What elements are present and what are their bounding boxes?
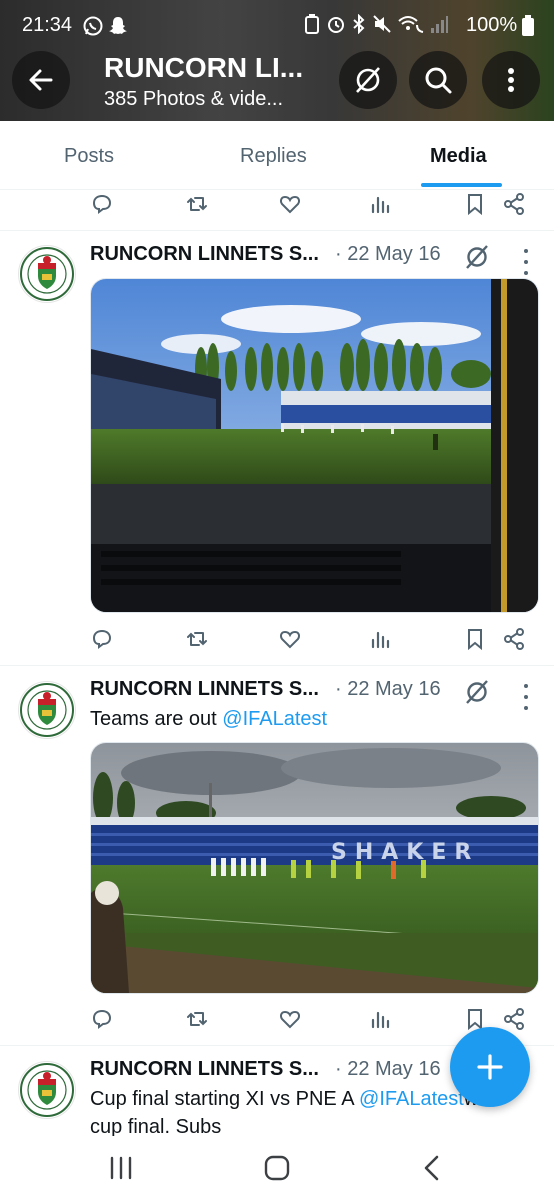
status-time: 21:34	[22, 14, 73, 36]
post-author[interactable]: RUNCORN LINNETS S...	[90, 243, 319, 266]
compose-post-button[interactable]	[450, 1027, 530, 1107]
avatar[interactable]	[18, 1061, 76, 1119]
post-actions	[0, 186, 554, 222]
post-image-teams[interactable]: SHAKER	[90, 742, 539, 994]
home-icon	[264, 1155, 290, 1181]
post-more-button[interactable]	[517, 249, 535, 275]
like-icon	[280, 1010, 300, 1029]
recent-apps-icon	[110, 1156, 132, 1180]
post-text: Teams are out @IFALatest	[90, 708, 328, 730]
profile-post-count: 385 Photos & vide...	[104, 88, 284, 110]
like-icon	[280, 630, 300, 649]
post-actions	[0, 621, 554, 657]
profile-title: RUNCORN LI...	[104, 52, 304, 83]
reply-icon	[92, 629, 112, 649]
reply-icon	[92, 1009, 112, 1029]
club-crest-icon	[20, 683, 74, 737]
post-date[interactable]: · 22 May 16	[335, 678, 441, 701]
post-divider	[0, 665, 554, 666]
bookmark-button[interactable]	[461, 190, 489, 218]
status-icons	[304, 14, 448, 34]
plus-icon	[477, 1054, 503, 1080]
club-crest-icon	[20, 247, 74, 301]
repost-icon	[187, 197, 207, 211]
like-button[interactable]	[276, 625, 304, 653]
repost-icon	[187, 632, 207, 646]
like-icon	[280, 195, 300, 214]
home-button[interactable]	[264, 1155, 290, 1186]
back-button[interactable]	[12, 51, 70, 109]
views-button[interactable]	[366, 1005, 394, 1033]
post-text: Cup final starting XI vs PNE A @IFALates…	[90, 1088, 478, 1110]
post-image-stadium[interactable]	[90, 278, 539, 613]
search-icon	[425, 67, 452, 94]
repost-button[interactable]	[183, 1005, 211, 1033]
avatar[interactable]	[18, 681, 76, 739]
reply-icon	[92, 194, 112, 214]
alarm-icon	[328, 17, 344, 33]
mute-icon	[373, 15, 391, 33]
post-divider	[0, 230, 554, 231]
status-bar: 21:34 100%	[0, 0, 554, 50]
like-button[interactable]	[276, 190, 304, 218]
share-icon	[504, 193, 524, 215]
views-button[interactable]	[366, 190, 394, 218]
share-icon	[504, 628, 524, 650]
views-icon	[371, 1011, 390, 1029]
reply-button[interactable]	[88, 190, 116, 218]
svg-text:SHAKER: SHAKER	[331, 840, 479, 865]
repost-button[interactable]	[183, 625, 211, 653]
tab-media[interactable]: Media	[430, 145, 487, 168]
share-icon	[504, 1008, 524, 1030]
battery-percentage: 100%	[466, 14, 518, 36]
reply-button[interactable]	[88, 1005, 116, 1033]
wifi-call-icon	[398, 16, 424, 33]
signal-icon	[431, 16, 448, 33]
grok-button[interactable]	[339, 51, 397, 109]
search-button[interactable]	[409, 51, 467, 109]
grok-icon	[356, 67, 380, 93]
share-button[interactable]	[500, 625, 528, 653]
tab-replies[interactable]: Replies	[240, 145, 307, 168]
more-vertical-icon	[508, 68, 514, 92]
profile-header: 21:34 100% RUNCORN LI... 385 Photos & vi…	[0, 0, 554, 121]
more-options-button[interactable]	[482, 51, 540, 109]
views-button[interactable]	[366, 625, 394, 653]
grok-icon[interactable]	[463, 678, 491, 711]
post-more-button[interactable]	[517, 684, 535, 710]
bookmark-icon	[468, 194, 482, 216]
system-navigation-bar	[0, 1136, 554, 1200]
whatsapp-icon	[82, 15, 104, 43]
repost-icon	[187, 1012, 207, 1026]
views-icon	[371, 631, 390, 649]
snapchat-icon	[108, 15, 128, 43]
post-text-line2: cup final. Subs	[90, 1116, 222, 1136]
battery-saver-icon	[305, 14, 319, 34]
repost-button[interactable]	[183, 190, 211, 218]
mention-link[interactable]: @IFALatest	[222, 708, 327, 730]
share-button[interactable]	[500, 190, 528, 218]
post-date[interactable]: · 22 May 16	[335, 243, 441, 266]
post-author[interactable]: RUNCORN LINNETS S...	[90, 1058, 319, 1081]
club-crest-icon	[20, 1063, 74, 1117]
views-icon	[371, 196, 390, 214]
bookmark-icon	[468, 629, 482, 651]
avatar[interactable]	[18, 245, 76, 303]
post-author[interactable]: RUNCORN LINNETS S...	[90, 678, 319, 701]
battery-icon	[521, 15, 535, 43]
nav-back-icon	[424, 1155, 439, 1181]
bluetooth-icon	[353, 14, 365, 34]
back-arrow-icon	[29, 69, 53, 91]
recent-apps-button[interactable]	[108, 1156, 134, 1185]
like-button[interactable]	[276, 1005, 304, 1033]
mention-link[interactable]: @IFALatest	[359, 1088, 464, 1110]
tab-posts[interactable]: Posts	[64, 145, 114, 168]
grok-icon[interactable]	[463, 243, 491, 276]
nav-back-button[interactable]	[422, 1155, 442, 1186]
bookmark-button[interactable]	[461, 625, 489, 653]
post-date[interactable]: · 22 May 16	[335, 1058, 441, 1081]
reply-button[interactable]	[88, 625, 116, 653]
profile-tabs: Posts Replies Media	[0, 121, 554, 190]
